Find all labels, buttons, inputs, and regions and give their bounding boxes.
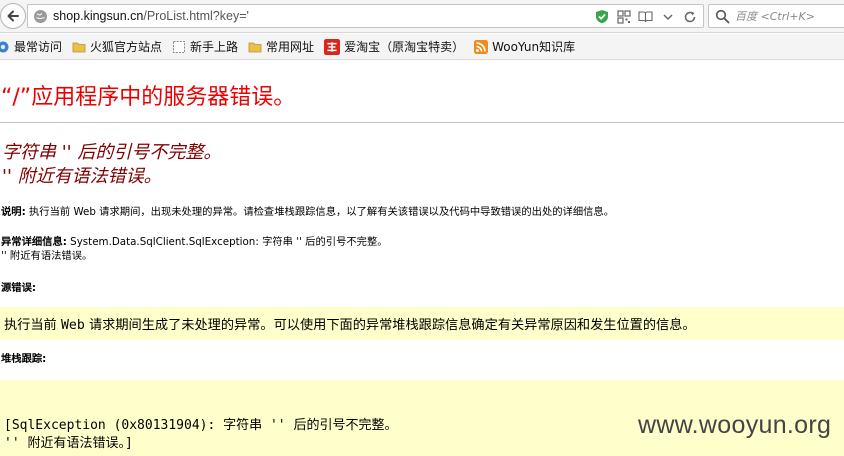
bookmark-label: WooYun知识库 [492, 39, 576, 54]
bookmark-label: 火狐官方站点 [90, 39, 163, 54]
search-input[interactable] [735, 8, 843, 25]
error-message-line2: '' 附近有语法错误。 [2, 166, 162, 187]
exception-label: 异常详细信息: [1, 236, 67, 248]
search-box[interactable] [708, 4, 844, 28]
source-error-box: 执行当前 Web 请求期间生成了未处理的异常。可以使用下面的异常堆栈跟踪信息确定… [0, 307, 844, 340]
url-path: /ProList.html?key=' [143, 9, 249, 23]
url-host: shop.kingsun.cn [53, 9, 144, 23]
reload-icon[interactable] [682, 9, 697, 24]
address-bar[interactable]: shop.kingsun.cn/ProList.html?key=' [27, 4, 704, 28]
taobao-icon [324, 38, 341, 55]
bookmark-most-visited[interactable]: 最常访问 [0, 40, 62, 54]
bookmark-ai-taobao[interactable]: 爱淘宝（原淘宝特卖） [324, 38, 465, 55]
source-error-label: 源错误: [1, 282, 37, 294]
stack-trace-line2: '' 附近有语法错误。] [4, 436, 133, 451]
bookmark-firefox-official[interactable]: 火狐官方站点 [72, 40, 162, 54]
description-paragraph: 说明: 执行当前 Web 请求期间，出现未处理的异常。请检查堆栈跟踪信息，以了解… [1, 205, 614, 219]
folder-icon [72, 42, 86, 52]
blank-page-icon [173, 40, 186, 53]
exception-text: System.Data.SqlClient.SqlException: 字符串 … [66, 236, 388, 248]
source-text-web: Web [60, 318, 85, 333]
search-icon [715, 9, 730, 24]
rss-icon [474, 39, 489, 54]
bookmark-label: 最常访问 [14, 39, 63, 54]
stack-trace-line1: [SqlException (0x80131904): 字符串 '' 后的引号不… [4, 418, 398, 433]
qr-code-icon[interactable] [616, 9, 631, 24]
reader-view-icon[interactable] [638, 9, 653, 24]
stack-trace-label: 堆栈跟踪: [1, 353, 47, 365]
exception-details-line2: '' 附近有语法错误。 [1, 250, 93, 262]
back-arrow-icon [7, 10, 19, 22]
navigation-toolbar: shop.kingsun.cn/ProList.html?key=' [0, 0, 844, 33]
bookmark-common-sites[interactable]: 常用网址 [248, 40, 314, 54]
stack-trace-heading: 堆栈跟踪: [1, 352, 46, 366]
title-divider [0, 122, 844, 123]
page-title: “/”应用程序中的服务器错误。 [1, 85, 296, 110]
url-text[interactable]: shop.kingsun.cn/ProList.html?key=' [53, 9, 249, 23]
source-text-post: 请求期间生成了未处理的异常。可以使用下面的异常堆栈跟踪信息确定有关异常原因和发生… [84, 318, 696, 333]
exception-details-line1: 异常详细信息: System.Data.SqlClient.SqlExcepti… [1, 235, 388, 249]
watermark: www.wooyun.org [638, 411, 832, 439]
dropdown-arrow-icon[interactable] [660, 9, 675, 24]
source-error-heading: 源错误: [1, 281, 36, 295]
bookmark-wooyun-zone[interactable]: WooYun知识库 [474, 39, 576, 54]
description-label: 说明: [1, 206, 26, 218]
bookmarks-toolbar: 最常访问 火狐官方站点 新手上路 常用网址 爱淘宝（原淘宝特卖） WooYun知… [0, 34, 844, 60]
shield-check-icon[interactable] [594, 9, 609, 24]
folder-icon [248, 42, 262, 52]
error-message-line1: 字符串 '' 后的引号不完整。 [2, 142, 222, 163]
back-button[interactable] [0, 3, 26, 29]
address-bar-icons [594, 9, 697, 24]
gear-icon [0, 41, 9, 52]
source-text-pre: 执行当前 [4, 318, 61, 333]
source-error-text: 执行当前 Web 请求期间生成了未处理的异常。可以使用下面的异常堆栈跟踪信息确定… [4, 314, 696, 333]
bookmark-getting-started[interactable]: 新手上路 [172, 40, 238, 54]
bookmark-label: 新手上路 [190, 39, 239, 54]
bookmark-label: 爱淘宝（原淘宝特卖） [344, 39, 465, 54]
globe-icon [34, 10, 47, 23]
description-text: 执行当前 Web 请求期间，出现未处理的异常。请检查堆栈跟踪信息，以了解有关该错… [25, 206, 615, 218]
bookmark-label: 常用网址 [266, 39, 315, 54]
